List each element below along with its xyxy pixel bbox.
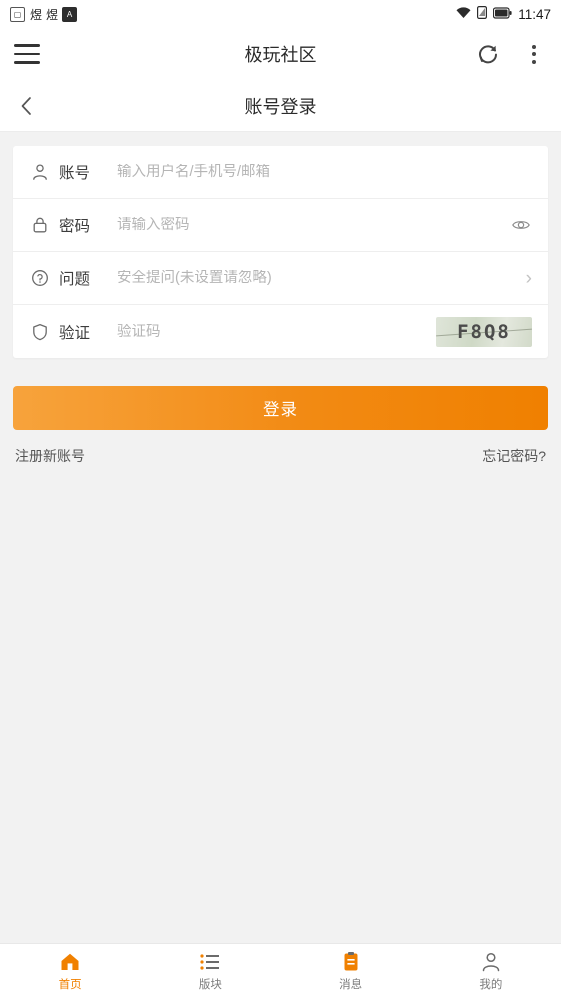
notification-glyph-2: 煜	[46, 7, 58, 22]
message-icon	[340, 951, 362, 973]
chevron-left-icon[interactable]	[14, 93, 40, 119]
page-title: 账号登录	[244, 96, 317, 117]
nav-label-messages: 消息	[339, 979, 363, 991]
bottom-nav: 首页 版块 消息 我的	[0, 943, 561, 999]
nav-label-sections: 版块	[198, 979, 222, 991]
page-header: 账号登录	[0, 80, 561, 132]
battery-icon	[493, 6, 512, 22]
more-vertical-icon[interactable]	[521, 41, 547, 67]
login-form-card: 账号 密码 问题 ›	[13, 146, 548, 358]
eye-icon[interactable]	[510, 214, 532, 236]
app-bar-actions	[475, 41, 547, 67]
user-icon	[29, 161, 51, 183]
field-question[interactable]: 问题 ›	[13, 252, 548, 305]
field-account[interactable]: 账号	[13, 146, 548, 199]
lock-icon	[29, 214, 51, 236]
home-icon	[59, 951, 81, 973]
photo-icon: ▢	[10, 6, 25, 22]
a-badge-icon: A	[62, 6, 78, 22]
login-button[interactable]: 登录	[13, 386, 548, 430]
status-left-icons: ▢ 煜 煜 A	[10, 6, 78, 23]
signal-icon	[477, 6, 488, 22]
captcha-input[interactable]	[117, 323, 436, 340]
field-label-captcha: 验证	[59, 324, 91, 342]
register-link[interactable]: 注册新账号	[15, 446, 85, 466]
field-captcha[interactable]: 验证 F8Q8	[13, 305, 548, 358]
refresh-icon[interactable]	[475, 41, 501, 67]
nav-label-mine: 我的	[479, 979, 503, 991]
captcha-image[interactable]: F8Q8	[436, 316, 532, 347]
login-content: 账号 密码 问题 ›	[0, 132, 561, 943]
field-password[interactable]: 密码	[13, 199, 548, 252]
wifi-icon	[456, 6, 471, 22]
chevron-right-icon[interactable]: ›	[520, 269, 532, 288]
password-input[interactable]	[117, 217, 510, 233]
nav-item-sections[interactable]: 版块	[140, 951, 280, 992]
nav-item-messages[interactable]: 消息	[281, 951, 421, 992]
nav-item-home[interactable]: 首页	[0, 951, 140, 992]
status-clock: 11:47	[518, 6, 551, 22]
status-bar: ▢ 煜 煜 A 11:47	[0, 0, 561, 28]
nav-label-home: 首页	[58, 979, 82, 991]
field-label-password: 密码	[59, 218, 91, 235]
forgot-password-link[interactable]: 忘记密码?	[482, 446, 546, 466]
shield-icon	[29, 321, 51, 343]
list-icon	[199, 951, 221, 973]
hamburger-icon[interactable]	[14, 44, 40, 64]
question-circle-icon	[29, 267, 51, 289]
auth-links: 注册新账号 忘记密码?	[0, 430, 561, 466]
nav-item-mine[interactable]: 我的	[421, 951, 561, 992]
person-icon	[480, 951, 502, 973]
app-bar: 极玩社区	[0, 28, 561, 80]
question-input[interactable]	[117, 270, 520, 286]
notification-glyph-1: 煜	[30, 7, 42, 22]
field-label-question: 问题	[59, 271, 91, 288]
status-right-icons: 11:47	[456, 6, 551, 22]
app-window: ▢ 煜 煜 A 11:47 极玩社区 账号登录 账号 输入用户名/手机号/邮箱 …	[0, 0, 561, 999]
account-input[interactable]	[117, 164, 532, 180]
field-label-account: 账号	[59, 165, 91, 182]
